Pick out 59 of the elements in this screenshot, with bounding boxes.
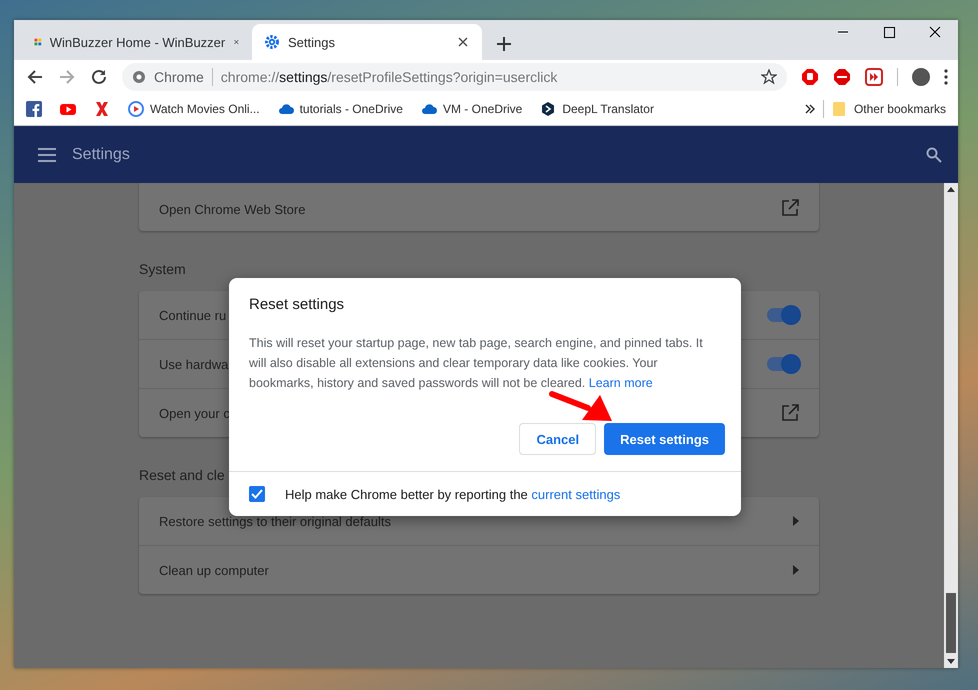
checkbox[interactable] [249, 486, 265, 502]
toggle-switch[interactable] [767, 308, 799, 322]
cross-icon[interactable] [94, 101, 110, 117]
bookmark-link[interactable]: DeepL Translator [540, 101, 654, 117]
menu-dots-icon[interactable] [944, 68, 948, 84]
back-arrow-icon[interactable] [26, 68, 44, 86]
section-heading: System [139, 261, 187, 277]
folder-icon [832, 101, 846, 117]
current-settings-link[interactable]: current settings [531, 486, 620, 502]
caret-right-icon[interactable] [793, 565, 799, 575]
avatar-icon[interactable] [912, 68, 930, 86]
dialog-title: Reset settings [248, 295, 346, 313]
toggle-switch[interactable] [767, 357, 799, 371]
scroll-up-icon[interactable] [947, 187, 955, 192]
pointer-arrow [548, 390, 614, 422]
stop-hand-icon[interactable] [801, 68, 819, 86]
browser-tab[interactable]: WinBuzzer Home - WinBuzzer [22, 24, 252, 60]
setting-label: Use hardwa [159, 356, 228, 372]
chrome-logo-icon [132, 70, 146, 84]
dialog-message: This will reset your startup page, new tab page, search engine, and pinned tabs. It will also disable all extensions and clear temporary data like cookies. Your bookmarks, history and saved passwords will not be cleared. Learn more [248, 335, 704, 392]
external-link-icon[interactable] [781, 404, 799, 422]
header-title: Settings [72, 146, 131, 164]
search-icon[interactable] [926, 146, 942, 162]
menu-icon[interactable] [38, 148, 56, 162]
reset-settings-button[interactable]: Reset settings [604, 423, 725, 455]
gear-icon [264, 34, 280, 50]
star-icon[interactable] [761, 68, 777, 84]
caret-right-icon[interactable] [793, 516, 799, 526]
other-bookmarks-link[interactable]: Other bookmarks [854, 102, 946, 116]
plus-icon[interactable] [496, 36, 512, 52]
scrollbar-thumb[interactable] [946, 593, 956, 653]
setting-label: Open your c [159, 406, 230, 420]
setting-label: Continue ru [159, 308, 226, 322]
external-link-icon[interactable] [781, 199, 799, 217]
section-heading: Reset and cle [139, 467, 226, 483]
address-bar[interactable]: Chrome chrome://settings/resetProfileSettings?origin=userclick [122, 62, 787, 90]
setting-label: Clean up computer [159, 562, 269, 578]
site-label: Chrome [154, 68, 204, 84]
play-circle-icon [128, 101, 144, 117]
scroll-down-icon[interactable] [947, 659, 955, 664]
close-icon[interactable] [456, 35, 470, 49]
fast-forward-icon[interactable] [865, 68, 883, 86]
setting-sublabel: Open Chrome Web Store [159, 202, 306, 217]
double-chevron-icon[interactable] [804, 104, 815, 114]
bookmark-link[interactable]: Watch Movies Onli... [128, 101, 260, 117]
cancel-button[interactable]: Cancel [519, 423, 596, 455]
learn-more-link[interactable]: Learn more [588, 376, 653, 390]
facebook-icon[interactable] [26, 101, 42, 117]
bookmark-link[interactable]: tutorials - OneDrive [278, 101, 403, 117]
url-text: chrome://settings/resetProfileSettings?origin=userclick [220, 68, 558, 84]
browser-tab[interactable]: Settings [252, 24, 482, 60]
bookmark-link[interactable]: VM - OneDrive [420, 101, 522, 117]
video-play-icon[interactable] [60, 101, 76, 117]
report-label: Help make Chrome better by reporting the current settings [285, 486, 620, 502]
scrollbar[interactable] [944, 183, 958, 668]
adblock-icon[interactable] [833, 68, 851, 86]
reload-icon[interactable] [90, 68, 108, 86]
hexagon-icon [540, 101, 556, 117]
setting-label: Restore settings to their original defaults [159, 514, 391, 528]
